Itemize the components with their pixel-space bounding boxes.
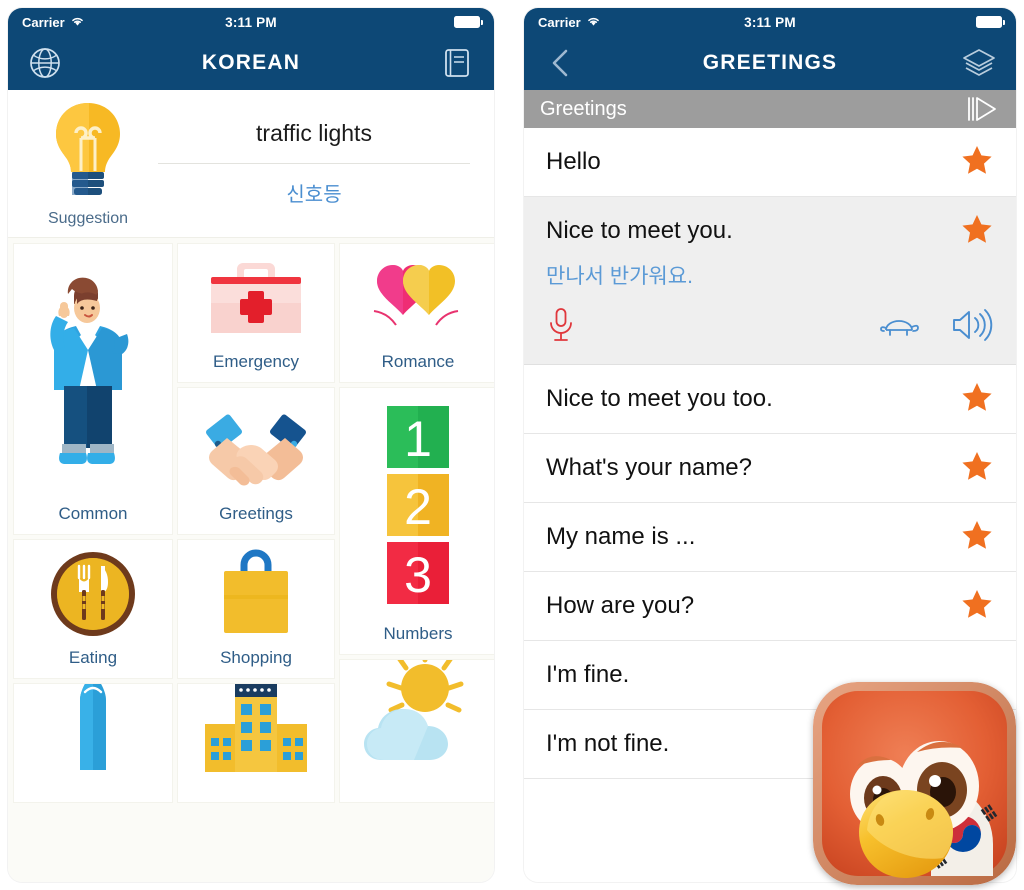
two-hearts-icon — [340, 244, 494, 352]
first-aid-kit-icon — [178, 244, 334, 352]
sun-cloud-icon — [340, 660, 494, 772]
status-bar-right — [454, 16, 484, 28]
phrase-row[interactable]: What's your name? — [524, 434, 1016, 503]
playback-icons — [878, 307, 994, 348]
bird-mascot-korean-flag-icon — [813, 682, 1016, 885]
back-chevron-icon[interactable] — [540, 42, 582, 84]
category-tile-travel[interactable]: Travel — [13, 683, 173, 803]
tile-label: Numbers — [383, 624, 453, 643]
phrase-english: Hello — [546, 148, 601, 175]
phrase-actions — [546, 306, 994, 349]
phrase-english: My name is ... — [546, 523, 696, 550]
category-tile-numbers[interactable]: 1 2 3 Numbers — [339, 387, 494, 655]
category-tile-hotel[interactable]: Hotel — [177, 683, 335, 803]
phrase-english: I'm not fine. — [546, 730, 670, 757]
phrase-english: What's your name? — [546, 454, 753, 481]
category-tile-eating[interactable]: Eating — [13, 539, 173, 679]
handshake-icon — [178, 388, 334, 504]
tile-label: Shopping — [220, 648, 292, 667]
layers-icon[interactable] — [958, 42, 1000, 84]
numbers-123-icon: 1 2 3 — [340, 388, 494, 624]
microphone-icon[interactable] — [546, 306, 576, 349]
phrase-english: How are you? — [546, 592, 695, 619]
lightbulb-icon — [45, 99, 131, 208]
tile-label: Eating — [68, 648, 118, 667]
star-filled-icon[interactable] — [960, 519, 994, 556]
phrase-row[interactable]: My name is ... — [524, 503, 1016, 572]
tile-label: Common — [58, 504, 128, 523]
star-filled-icon[interactable] — [960, 450, 994, 487]
phrase-row-expanded[interactable]: Nice to meet you. 만나서 반가워요. — [524, 197, 1016, 365]
pen-icon — [14, 684, 172, 772]
buildings-icon — [178, 684, 334, 772]
phrase-english: I'm fine. — [546, 661, 630, 688]
star-filled-icon[interactable] — [960, 588, 994, 625]
battery-icon — [976, 16, 1006, 28]
status-bar: Carrier 3:11 PM — [8, 8, 494, 36]
section-title: Greetings — [540, 97, 627, 120]
svg-text:1: 1 — [404, 411, 432, 467]
left-phone-screen: Carrier 3:11 PM KOREAN Suggestion traffi… — [8, 8, 494, 882]
status-bar-right — [976, 16, 1006, 28]
phrase-row[interactable]: Nice to meet you too. — [524, 365, 1016, 434]
svg-text:2: 2 — [404, 479, 432, 535]
category-tile-emergency[interactable]: Emergency — [177, 243, 335, 383]
phrase-english: Nice to meet you. — [546, 217, 733, 244]
plate-cutlery-icon — [14, 540, 172, 648]
category-grid: Common Emergency Romance Greetings 1 2 3… — [8, 238, 494, 838]
phrase-english: Nice to meet you too. — [546, 385, 773, 412]
category-tile-romance[interactable]: Romance — [339, 243, 494, 383]
suggestion-card[interactable]: Suggestion traffic lights 신호등 — [8, 90, 494, 238]
category-tile-shopping[interactable]: Shopping — [177, 539, 335, 679]
speaker-icon[interactable] — [950, 307, 994, 348]
tile-label: Greetings — [219, 504, 293, 523]
suggestion-korean: 신호등 — [286, 184, 342, 206]
phrase-row[interactable]: How are you? — [524, 572, 1016, 641]
battery-icon — [454, 16, 484, 28]
star-filled-icon[interactable] — [960, 213, 994, 250]
person-pointing-icon — [14, 244, 172, 504]
star-filled-icon[interactable] — [960, 144, 994, 181]
star-filled-icon[interactable] — [960, 381, 994, 418]
phrase-row-top: Nice to meet you. — [546, 213, 994, 250]
page-title: KOREAN — [201, 51, 301, 74]
nav-bar: GREETINGS — [524, 36, 1016, 90]
suggestion-icon-wrap: Suggestion — [18, 99, 158, 228]
tile-label: Romance — [381, 352, 455, 371]
suggestion-label: Suggestion — [47, 210, 129, 227]
status-bar-time: 3:11 PM — [744, 14, 796, 30]
section-header: Greetings — [524, 90, 1016, 128]
turtle-slow-icon[interactable] — [878, 310, 920, 345]
left-content: Suggestion traffic lights 신호등 Common Eme… — [8, 90, 494, 882]
tile-label: Emergency — [213, 352, 299, 371]
category-tile-common[interactable]: Common — [13, 243, 173, 535]
nav-bar: KOREAN — [8, 36, 494, 90]
screenshot-stage: Carrier 3:11 PM KOREAN Suggestion traffi… — [0, 0, 1024, 890]
suggestion-english: traffic lights — [256, 120, 372, 146]
play-all-icon[interactable] — [964, 94, 1000, 124]
book-icon[interactable] — [436, 42, 478, 84]
globe-icon[interactable] — [24, 42, 66, 84]
status-bar-time: 3:11 PM — [225, 14, 277, 30]
category-tile-greetings[interactable]: Greetings — [177, 387, 335, 535]
category-tile-weather[interactable]: Weather — [339, 659, 494, 803]
phrase-row[interactable]: Hello — [524, 128, 1016, 197]
suggestion-text: traffic lights 신호등 — [158, 120, 484, 207]
svg-text:3: 3 — [404, 547, 432, 603]
page-title: GREETINGS — [702, 51, 838, 74]
status-bar: Carrier 3:11 PM — [524, 8, 1016, 36]
shopping-bag-icon — [178, 540, 334, 648]
phrase-korean: 만나서 반가워요. — [546, 264, 693, 288]
